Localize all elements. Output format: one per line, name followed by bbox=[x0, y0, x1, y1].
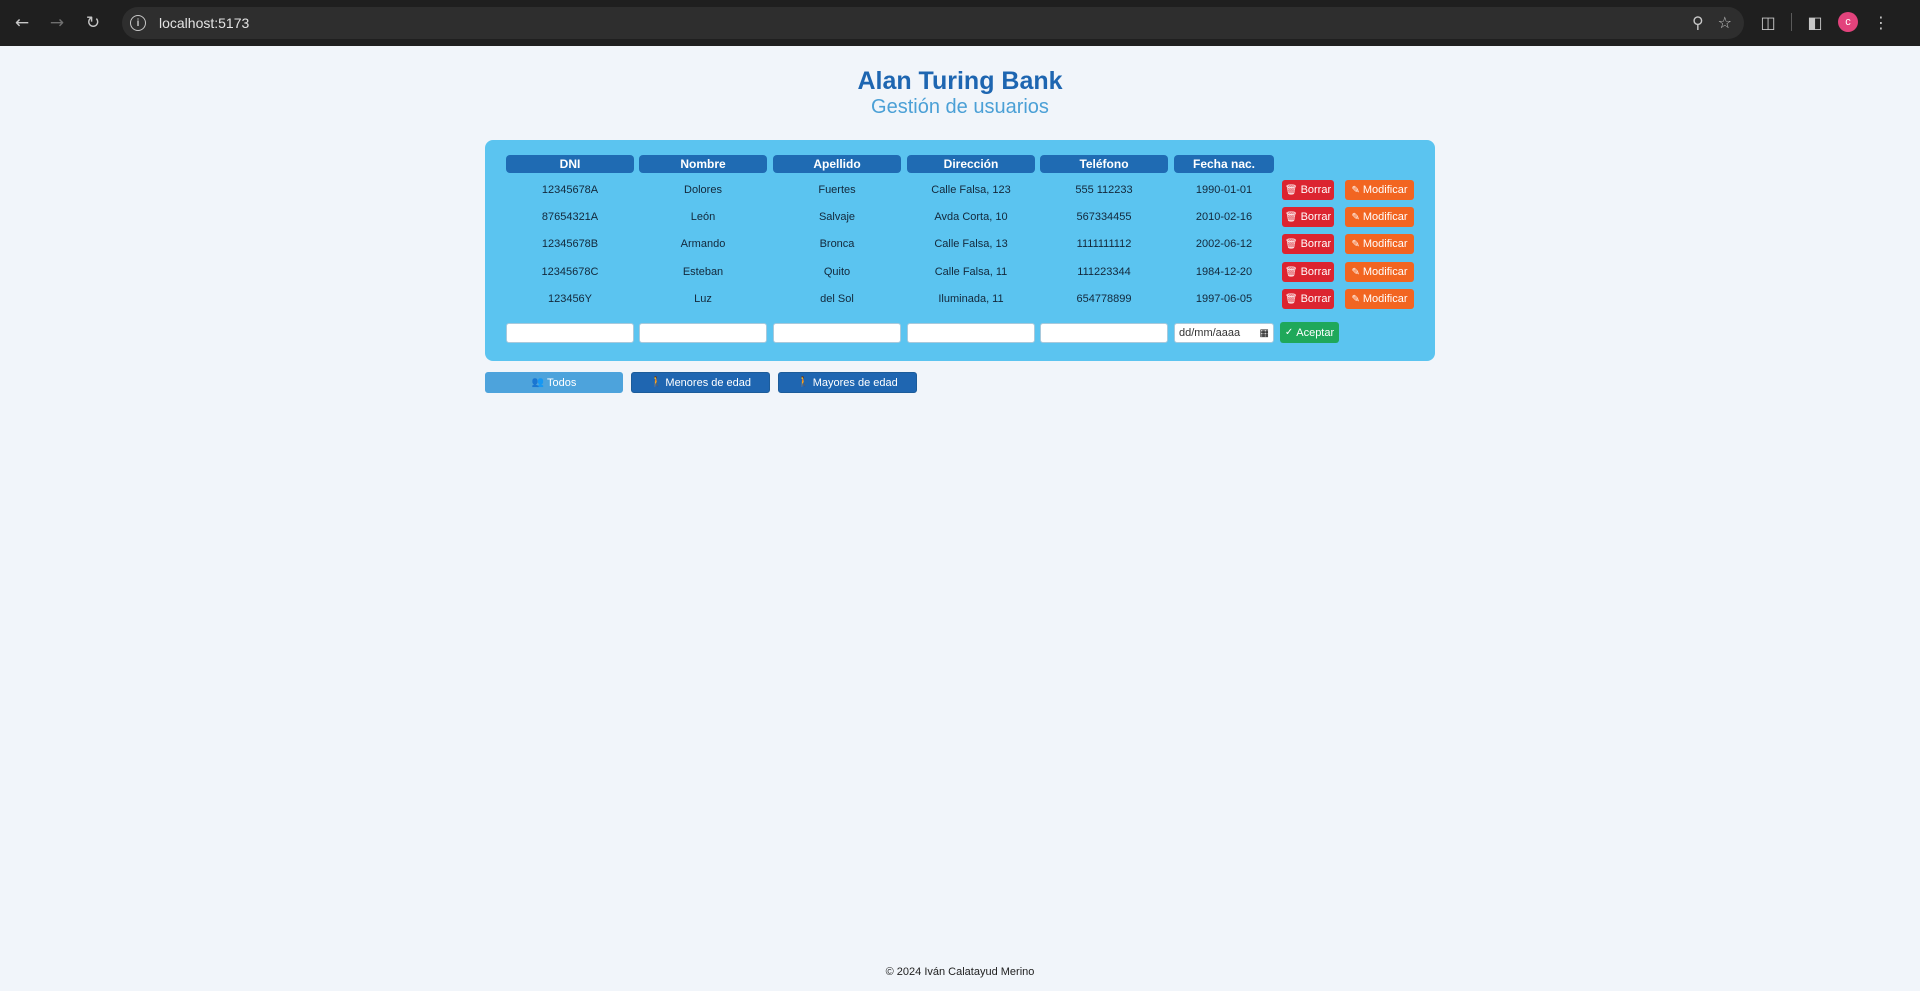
modify-button[interactable]: ✎ Modificar bbox=[1345, 262, 1414, 282]
reload-icon[interactable]: ↻ bbox=[82, 12, 104, 34]
trash-icon: 🗑 bbox=[1284, 293, 1298, 305]
forward-icon[interactable]: → bbox=[46, 12, 68, 34]
column-header-apellido: Apellido bbox=[773, 155, 901, 173]
cell-nombre: Dolores bbox=[684, 184, 722, 196]
cell-direccion: Avda Corta, 10 bbox=[934, 211, 1008, 223]
site-info-icon[interactable]: i bbox=[130, 15, 146, 31]
cell-apellido: Salvaje bbox=[818, 211, 856, 223]
modify-button[interactable]: ✎ Modificar bbox=[1345, 207, 1414, 227]
cell-dni: 12345678C bbox=[541, 266, 599, 278]
trash-icon: 🗑 bbox=[1284, 184, 1298, 196]
delete-button[interactable]: 🗑 Borrar bbox=[1282, 262, 1334, 282]
zoom-icon[interactable]: ⚲ bbox=[1692, 13, 1704, 32]
cell-fecha: 1990-01-01 bbox=[1195, 184, 1253, 196]
cell-telefono: 111223344 bbox=[1077, 266, 1131, 278]
side-panel-icon[interactable]: ◧ bbox=[1804, 13, 1826, 32]
cell-dni: 123456Y bbox=[547, 293, 593, 305]
column-header-nombre: Nombre bbox=[639, 155, 767, 173]
cell-apellido: Fuertes bbox=[818, 184, 856, 196]
column-header-dni: DNI bbox=[506, 155, 634, 173]
trash-icon: 🗑 bbox=[1284, 266, 1298, 278]
users-panel: DNI Nombre Apellido Dirección Teléfono F… bbox=[485, 140, 1435, 361]
delete-button[interactable]: 🗑 Borrar bbox=[1282, 289, 1334, 309]
cell-direccion: Calle Falsa, 11 bbox=[934, 266, 1008, 278]
cell-apellido: del Sol bbox=[820, 293, 854, 305]
apellido-input[interactable] bbox=[773, 323, 901, 343]
cell-telefono: 1111111112 bbox=[1076, 238, 1132, 250]
cell-fecha: 2010-02-16 bbox=[1195, 211, 1253, 223]
cell-telefono: 654778899 bbox=[1076, 293, 1132, 305]
cell-dni: 12345678B bbox=[541, 238, 599, 250]
child-icon: 🚶 bbox=[649, 377, 663, 388]
pencil-icon: ✎ bbox=[1351, 184, 1360, 196]
column-header-telefono: Teléfono bbox=[1040, 155, 1168, 173]
cell-nombre: León bbox=[690, 211, 716, 223]
profile-avatar[interactable]: c bbox=[1838, 12, 1858, 32]
filter-all-button[interactable]: 👥 Todos bbox=[485, 372, 623, 393]
delete-button[interactable]: 🗑 Borrar bbox=[1282, 180, 1334, 200]
column-header-fecha: Fecha nac. bbox=[1174, 155, 1274, 173]
trash-icon: 🗑 bbox=[1284, 211, 1298, 223]
menu-kebab-icon[interactable]: ⋮ bbox=[1870, 13, 1892, 32]
bookmark-star-icon[interactable]: ☆ bbox=[1718, 13, 1732, 32]
date-placeholder: dd/mm/aaaa bbox=[1179, 327, 1241, 339]
delete-button[interactable]: 🗑 Borrar bbox=[1282, 207, 1334, 227]
page-title: Alan Turing Bank bbox=[857, 67, 1063, 95]
telefono-input[interactable] bbox=[1040, 323, 1168, 343]
cell-nombre: Armando bbox=[680, 238, 726, 250]
pencil-icon: ✎ bbox=[1351, 293, 1360, 305]
cell-nombre: Luz bbox=[694, 293, 712, 305]
cell-apellido: Bronca bbox=[819, 238, 855, 250]
extensions-icon[interactable]: ◫ bbox=[1757, 13, 1779, 32]
pencil-icon: ✎ bbox=[1351, 238, 1360, 250]
footer-copyright: © 2024 Iván Calatayud Merino bbox=[885, 966, 1035, 978]
fecha-nac-input[interactable]: dd/mm/aaaa ▦ bbox=[1174, 323, 1274, 343]
toolbar-separator bbox=[1791, 13, 1792, 31]
back-icon[interactable]: ← bbox=[11, 12, 33, 34]
cell-fecha: 2002-06-12 bbox=[1195, 238, 1253, 250]
person-icon: 🚶 bbox=[797, 377, 810, 388]
cell-fecha: 1997-06-05 bbox=[1195, 293, 1253, 305]
url-text[interactable]: localhost:5173 bbox=[159, 15, 249, 31]
cell-nombre: Esteban bbox=[682, 266, 724, 278]
pencil-icon: ✎ bbox=[1351, 266, 1360, 278]
cell-telefono: 567334455 bbox=[1076, 211, 1132, 223]
cell-dni: 87654321A bbox=[541, 211, 599, 223]
cell-apellido: Quito bbox=[823, 266, 851, 278]
trash-icon: 🗑 bbox=[1284, 238, 1298, 250]
filter-minors-button[interactable]: 🚶 Menores de edad bbox=[631, 372, 770, 393]
filter-adults-button[interactable]: 🚶 Mayores de edad bbox=[778, 372, 917, 393]
nombre-input[interactable] bbox=[639, 323, 767, 343]
cell-direccion: Iluminada, 11 bbox=[938, 293, 1004, 305]
cell-telefono: 555 112233 bbox=[1075, 184, 1133, 196]
calendar-icon[interactable]: ▦ bbox=[1260, 328, 1269, 339]
column-header-direccion: Dirección bbox=[907, 155, 1035, 173]
pencil-icon: ✎ bbox=[1351, 211, 1360, 223]
delete-button[interactable]: 🗑 Borrar bbox=[1282, 234, 1334, 254]
browser-toolbar: ← → ↻ i localhost:5173 ⚲ ☆ ◫ ◧ c ⋮ bbox=[0, 0, 1920, 46]
address-bar[interactable]: i localhost:5173 ⚲ ☆ bbox=[122, 7, 1744, 39]
cell-direccion: Calle Falsa, 13 bbox=[934, 238, 1008, 250]
users-group-icon: 👥 bbox=[531, 377, 545, 388]
page-subtitle: Gestión de usuarios bbox=[871, 96, 1049, 118]
dni-input[interactable] bbox=[506, 323, 634, 343]
modify-button[interactable]: ✎ Modificar bbox=[1345, 234, 1414, 254]
cell-direccion: Calle Falsa, 123 bbox=[931, 184, 1011, 196]
modify-button[interactable]: ✎ Modificar bbox=[1345, 180, 1414, 200]
modify-button[interactable]: ✎ Modificar bbox=[1345, 289, 1414, 309]
cell-fecha: 1984-12-20 bbox=[1195, 266, 1253, 278]
direccion-input[interactable] bbox=[907, 323, 1035, 343]
cell-dni: 12345678A bbox=[541, 184, 599, 196]
accept-button[interactable]: ✓ Aceptar bbox=[1280, 322, 1339, 343]
check-icon: ✓ bbox=[1284, 327, 1294, 338]
